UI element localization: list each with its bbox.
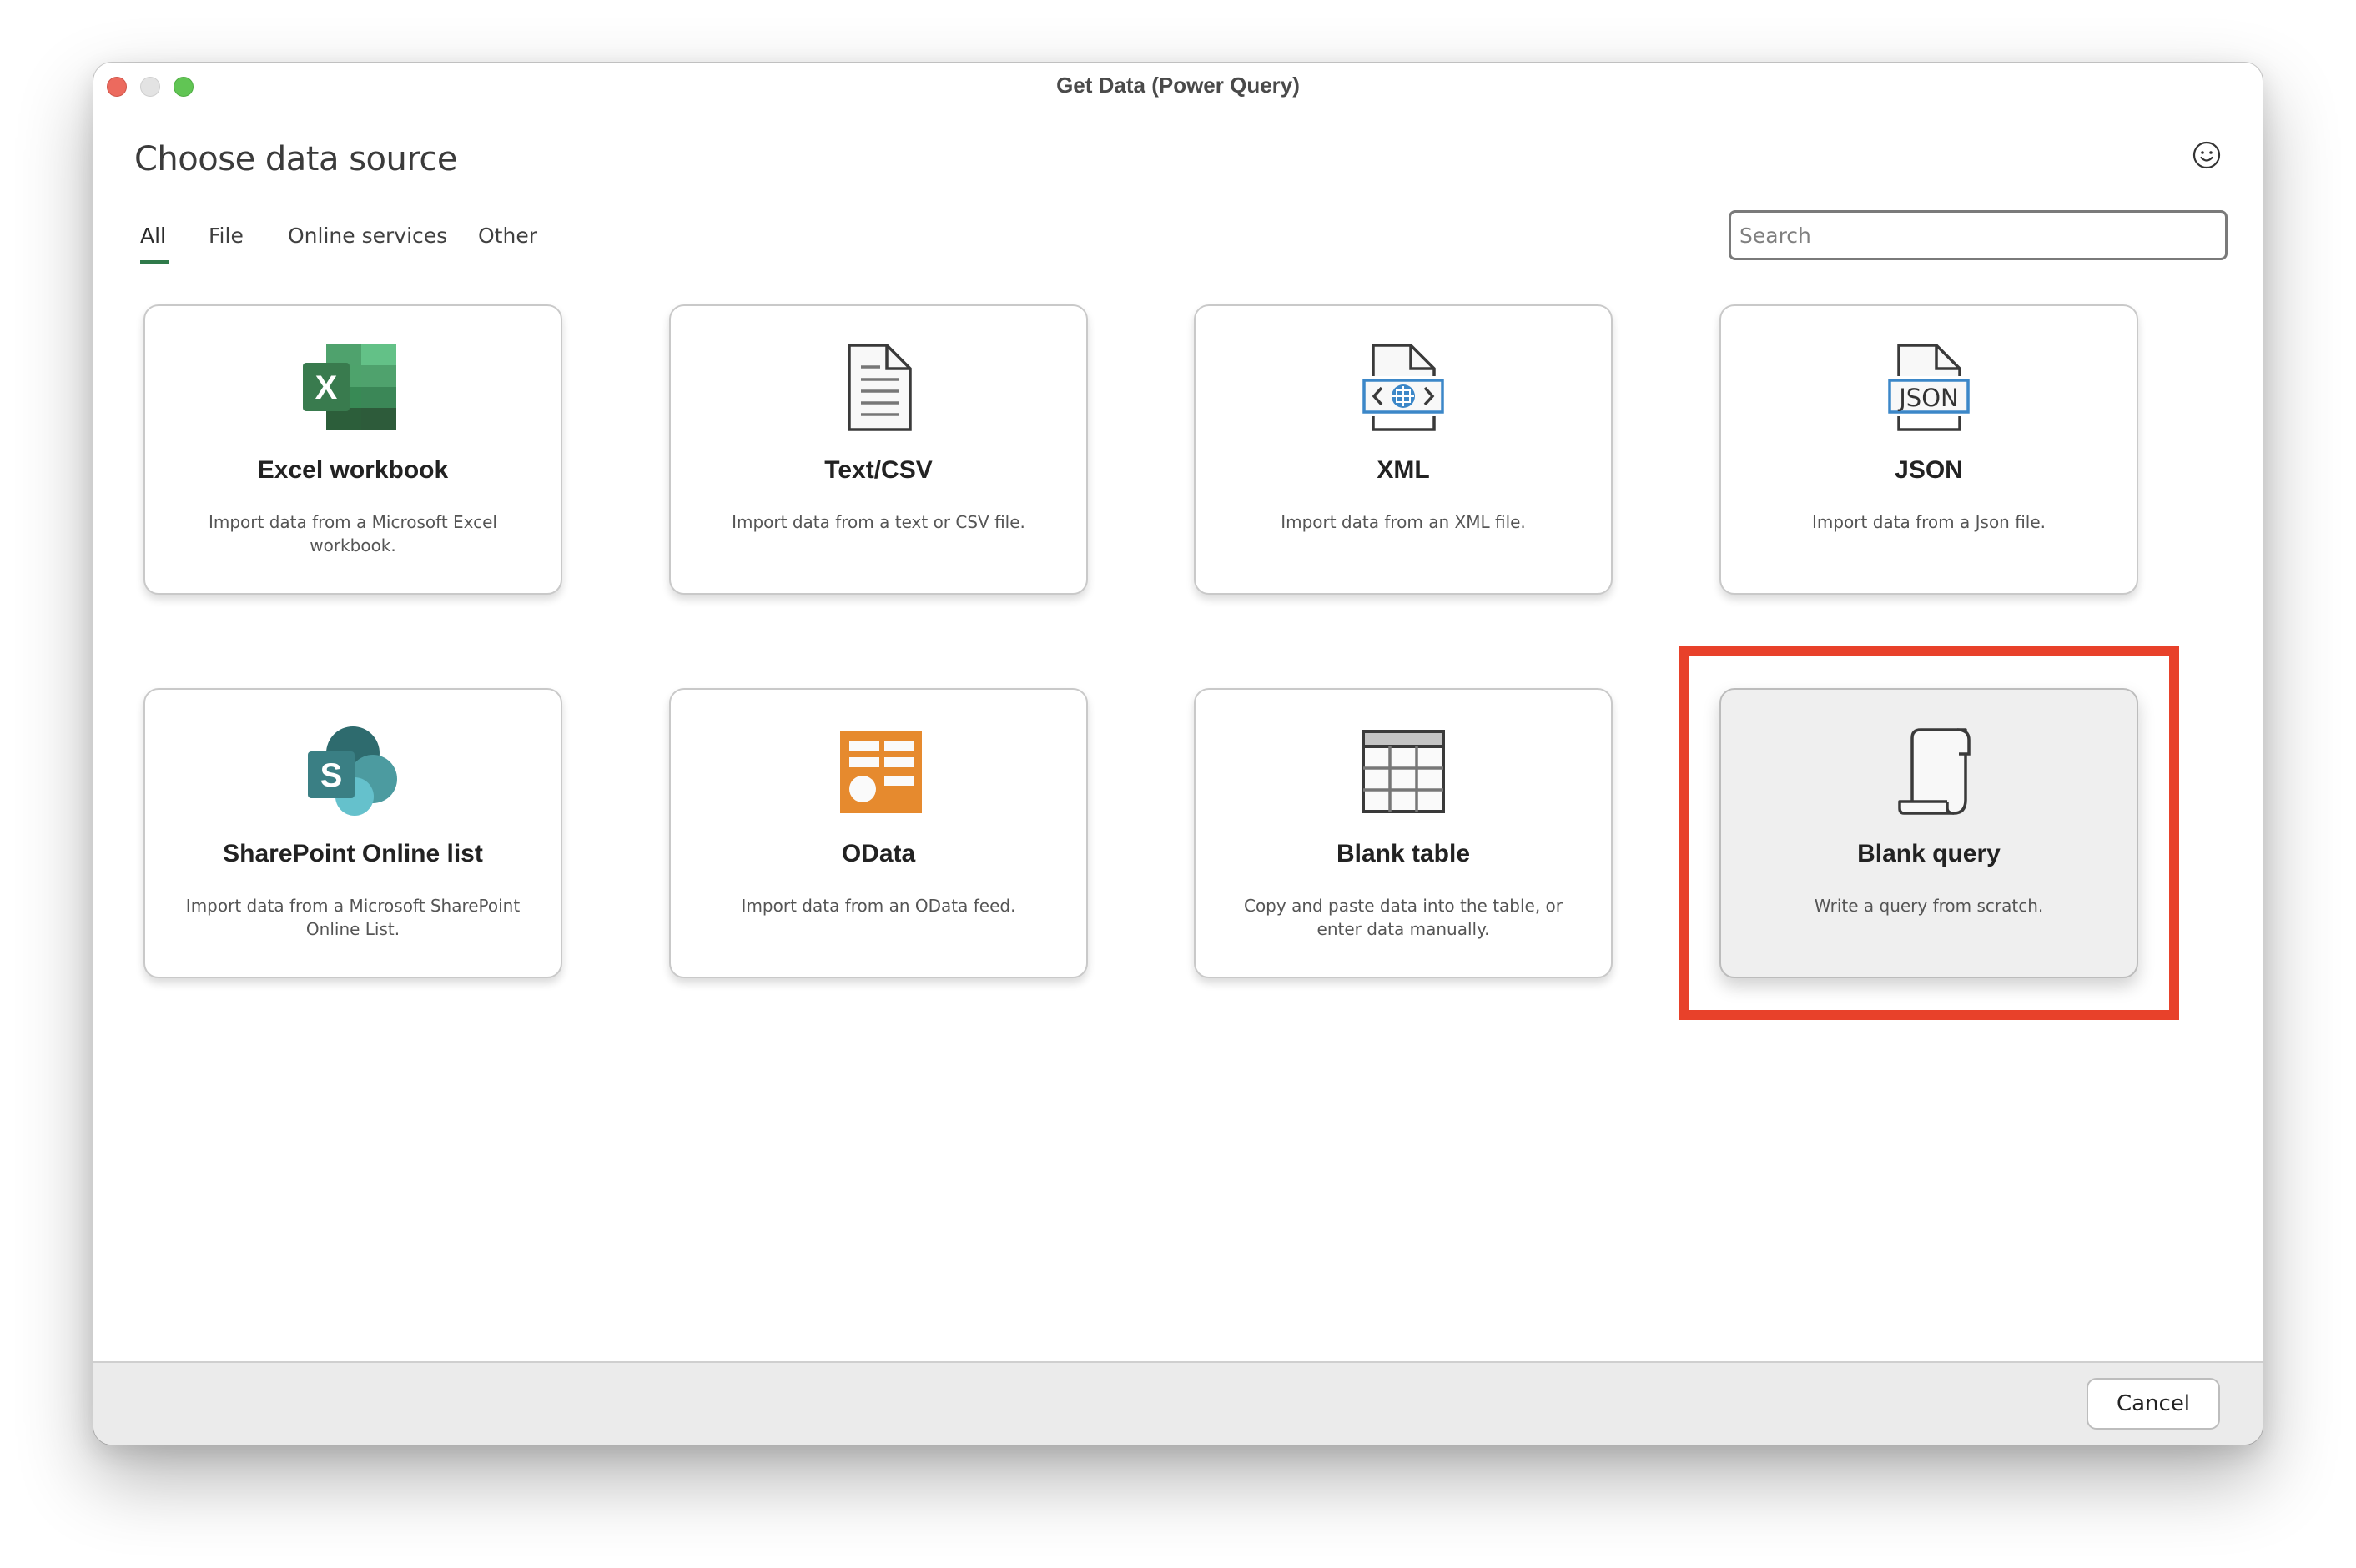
card-description: Import data from a Microsoft Excel workb… <box>208 512 497 555</box>
scroll-icon <box>1879 726 1979 818</box>
source-card-odata[interactable]: OData Import data from an OData feed. <box>669 688 1088 978</box>
card-description: Write a query from scratch. <box>1814 896 2044 916</box>
table-icon <box>1353 726 1453 818</box>
text-file-icon <box>828 343 929 435</box>
tab-file[interactable]: File <box>209 224 244 248</box>
card-title: JSON <box>1895 456 1963 484</box>
card-description: Import data from a Microsoft SharePoint … <box>185 896 521 939</box>
card-description: Copy and paste data into the table, or e… <box>1243 896 1563 939</box>
source-card-xml[interactable]: XML Import data from an XML file. <box>1194 304 1613 595</box>
card-title: Excel workbook <box>257 456 449 484</box>
get-data-dialog: Get Data (Power Query) Choose data sourc… <box>93 63 2263 1445</box>
card-title: XML <box>1377 456 1430 484</box>
source-card-excel-workbook[interactable]: X Excel workbook Import data from a Micr… <box>143 304 562 595</box>
source-card-blank-query[interactable]: Blank query Write a query from scratch. <box>1719 688 2138 978</box>
window-title: Get Data (Power Query) <box>1056 73 1300 98</box>
card-description: Import data from a Json file. <box>1811 512 2046 532</box>
excel-icon: X <box>303 343 403 435</box>
card-description: Import data from a text or CSV file. <box>732 512 1025 532</box>
tab-all[interactable]: All <box>140 224 166 248</box>
cancel-button[interactable]: Cancel <box>2087 1378 2220 1430</box>
card-title: SharePoint Online list <box>223 840 483 867</box>
card-title: Text/CSV <box>824 456 933 484</box>
dialog-footer: Cancel <box>93 1361 2263 1445</box>
sharepoint-icon: S <box>303 726 403 818</box>
xml-file-icon <box>1353 343 1453 435</box>
source-card-blank-table[interactable]: Blank table Copy and paste data into the… <box>1194 688 1613 978</box>
search-input[interactable] <box>1729 210 2228 260</box>
svg-text:X: X <box>315 369 338 406</box>
tab-online-services[interactable]: Online services <box>288 224 447 248</box>
odata-icon <box>828 726 929 818</box>
card-title: OData <box>841 840 916 867</box>
page-title: Choose data source <box>134 140 458 178</box>
source-card-sharepoint-online-list[interactable]: S SharePoint Online list Import data fro… <box>143 688 562 978</box>
card-description: Import data from an XML file. <box>1281 512 1526 532</box>
smiley-icon[interactable] <box>2192 140 2222 170</box>
source-card-json[interactable]: JSON JSON Import data from a Json file. <box>1719 304 2138 595</box>
source-card-text-csv[interactable]: Text/CSV Import data from a text or CSV … <box>669 304 1088 595</box>
card-title: Blank table <box>1336 840 1471 867</box>
svg-text:JSON: JSON <box>1897 384 1958 412</box>
tab-other[interactable]: Other <box>478 224 537 248</box>
svg-text:S: S <box>320 757 343 794</box>
card-title: Blank query <box>1857 840 2001 867</box>
card-description: Import data from an OData feed. <box>741 896 1016 916</box>
json-file-icon: JSON <box>1879 343 1979 435</box>
active-tab-indicator <box>140 260 169 264</box>
